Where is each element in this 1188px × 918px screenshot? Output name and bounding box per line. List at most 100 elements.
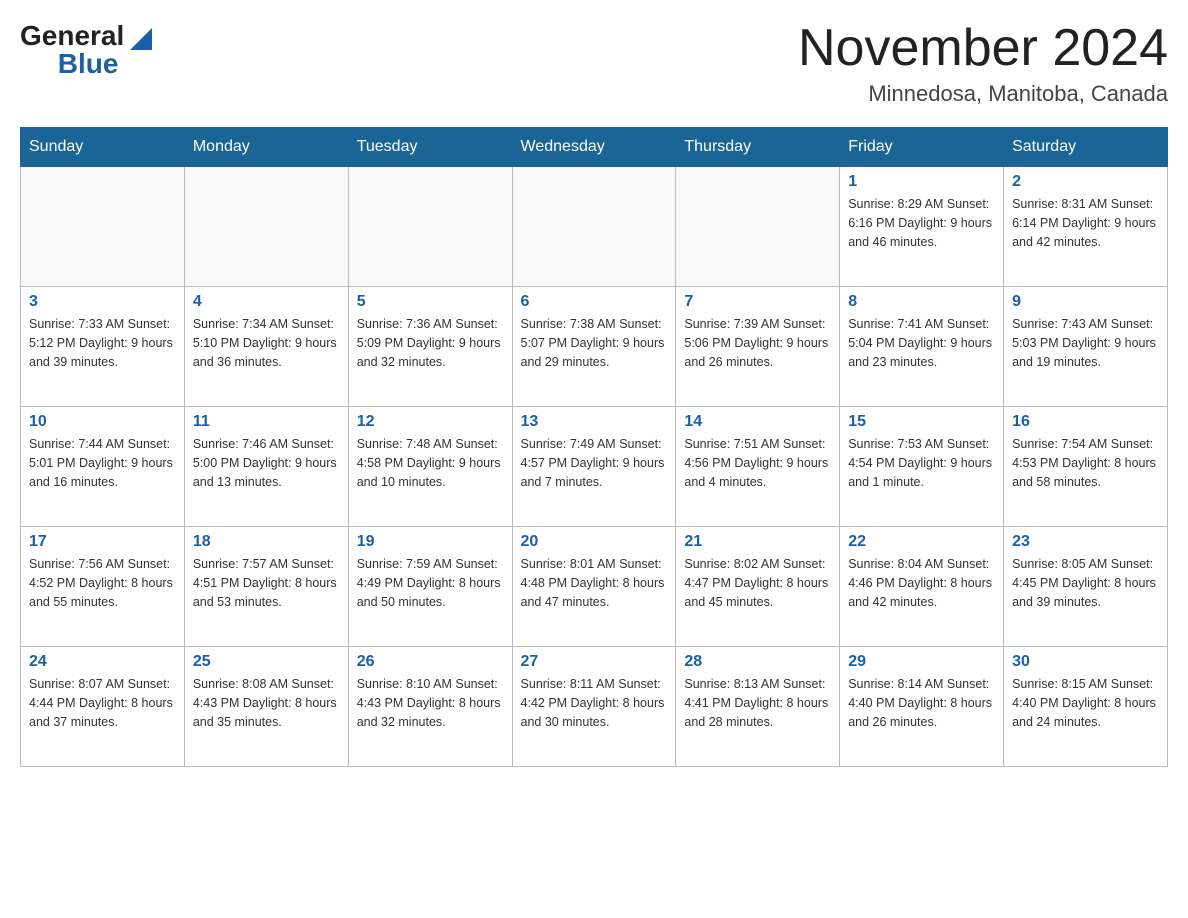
page-header: General Blue November 2024 Minnedosa, Ma… (20, 20, 1168, 107)
logo-triangle-icon (126, 22, 156, 52)
day-number: 8 (848, 293, 995, 311)
day-info: Sunrise: 7:34 AM Sunset: 5:10 PM Dayligh… (193, 315, 340, 371)
weekday-header-monday: Monday (184, 128, 348, 167)
day-info: Sunrise: 7:33 AM Sunset: 5:12 PM Dayligh… (29, 315, 176, 371)
calendar-cell: 15Sunrise: 7:53 AM Sunset: 4:54 PM Dayli… (840, 407, 1004, 527)
weekday-header-row: SundayMondayTuesdayWednesdayThursdayFrid… (21, 128, 1168, 167)
location-title: Minnedosa, Manitoba, Canada (798, 81, 1168, 107)
weekday-header-tuesday: Tuesday (348, 128, 512, 167)
day-number: 4 (193, 293, 340, 311)
day-number: 30 (1012, 653, 1159, 671)
day-info: Sunrise: 8:02 AM Sunset: 4:47 PM Dayligh… (684, 555, 831, 611)
day-number: 14 (684, 413, 831, 431)
calendar-cell: 21 Sunrise: 8:02 AM Sunset: 4:47 PM Dayli… (676, 527, 840, 647)
calendar-week-4: 17Sunrise: 7:56 AM Sunset: 4:52 PM Dayli… (21, 527, 1168, 647)
calendar-cell: 5Sunrise: 7:36 AM Sunset: 5:09 PM Daylig… (348, 287, 512, 407)
day-info: Sunrise: 7:51 AM Sunset: 4:56 PM Dayligh… (684, 435, 831, 491)
logo-icon: General Blue (20, 20, 156, 80)
calendar-cell: 8Sunrise: 7:41 AM Sunset: 5:04 PM Daylig… (840, 287, 1004, 407)
day-number: 10 (29, 413, 176, 431)
calendar-cell (676, 167, 840, 287)
day-number: 11 (193, 413, 340, 431)
calendar-cell (348, 167, 512, 287)
calendar-cell: 14 Sunrise: 7:51 AM Sunset: 4:56 PM Dayli… (676, 407, 840, 527)
calendar-cell: 9Sunrise: 7:43 AM Sunset: 5:03 PM Daylig… (1004, 287, 1168, 407)
calendar-cell (21, 167, 185, 287)
day-number: 23 (1012, 533, 1159, 551)
day-info: Sunrise: 8:07 AM Sunset: 4:44 PM Dayligh… (29, 675, 176, 731)
calendar-week-2: 3Sunrise: 7:33 AM Sunset: 5:12 PM Daylig… (21, 287, 1168, 407)
calendar-cell: 7Sunrise: 7:39 AM Sunset: 5:06 PM Daylig… (676, 287, 840, 407)
day-info: Sunrise: 8:14 AM Sunset: 4:40 PM Dayligh… (848, 675, 995, 731)
day-info: Sunrise: 8:08 AM Sunset: 4:43 PM Dayligh… (193, 675, 340, 731)
day-info: Sunrise: 7:46 AM Sunset: 5:00 PM Dayligh… (193, 435, 340, 491)
day-info: Sunrise: 8:15 AM Sunset: 4:40 PM Dayligh… (1012, 675, 1159, 731)
day-number: 16 (1012, 413, 1159, 431)
calendar-cell: 12Sunrise: 7:48 AM Sunset: 4:58 PM Dayli… (348, 407, 512, 527)
weekday-header-friday: Friday (840, 128, 1004, 167)
calendar-week-1: 1 Sunrise: 8:29 AM Sunset: 6:16 PM Daylig… (21, 167, 1168, 287)
calendar-cell: 23 Sunrise: 8:05 AM Sunset: 4:45 PM Dayli… (1004, 527, 1168, 647)
calendar-cell: 26 Sunrise: 8:10 AM Sunset: 4:43 PM Dayli… (348, 647, 512, 767)
calendar-table: SundayMondayTuesdayWednesdayThursdayFrid… (20, 127, 1168, 767)
day-number: 21 (684, 533, 831, 551)
calendar-cell: 10 Sunrise: 7:44 AM Sunset: 5:01 PM Dayli… (21, 407, 185, 527)
calendar-cell: 20 Sunrise: 8:01 AM Sunset: 4:48 PM Dayli… (512, 527, 676, 647)
day-number: 28 (684, 653, 831, 671)
calendar-cell: 13 Sunrise: 7:49 AM Sunset: 4:57 PM Dayli… (512, 407, 676, 527)
day-number: 26 (357, 653, 504, 671)
day-info: Sunrise: 7:39 AM Sunset: 5:06 PM Dayligh… (684, 315, 831, 371)
calendar-cell: 29 Sunrise: 8:14 AM Sunset: 4:40 PM Dayli… (840, 647, 1004, 767)
day-info: Sunrise: 8:31 AM Sunset: 6:14 PM Dayligh… (1012, 195, 1159, 251)
day-info: Sunrise: 7:57 AM Sunset: 4:51 PM Dayligh… (193, 555, 340, 611)
day-info: Sunrise: 7:59 AM Sunset: 4:49 PM Dayligh… (357, 555, 504, 611)
day-number: 19 (357, 533, 504, 551)
day-number: 29 (848, 653, 995, 671)
day-number: 25 (193, 653, 340, 671)
weekday-header-saturday: Saturday (1004, 128, 1168, 167)
day-number: 13 (521, 413, 668, 431)
weekday-header-thursday: Thursday (676, 128, 840, 167)
calendar-cell: 24 Sunrise: 8:07 AM Sunset: 4:44 PM Dayli… (21, 647, 185, 767)
calendar-cell: 25 Sunrise: 8:08 AM Sunset: 4:43 PM Dayli… (184, 647, 348, 767)
day-info: Sunrise: 7:38 AM Sunset: 5:07 PM Dayligh… (521, 315, 668, 371)
month-title: November 2024 (798, 20, 1168, 77)
calendar-cell: 11 Sunrise: 7:46 AM Sunset: 5:00 PM Dayli… (184, 407, 348, 527)
logo: General Blue (20, 20, 156, 80)
day-info: Sunrise: 7:56 AM Sunset: 4:52 PM Dayligh… (29, 555, 176, 611)
day-number: 1 (848, 173, 995, 191)
weekday-header-sunday: Sunday (21, 128, 185, 167)
day-info: Sunrise: 8:01 AM Sunset: 4:48 PM Dayligh… (521, 555, 668, 611)
day-info: Sunrise: 8:10 AM Sunset: 4:43 PM Dayligh… (357, 675, 504, 731)
calendar-body: 1 Sunrise: 8:29 AM Sunset: 6:16 PM Daylig… (21, 167, 1168, 767)
calendar-cell: 3Sunrise: 7:33 AM Sunset: 5:12 PM Daylig… (21, 287, 185, 407)
day-number: 6 (521, 293, 668, 311)
day-number: 15 (848, 413, 995, 431)
day-number: 20 (521, 533, 668, 551)
calendar-cell: 6 Sunrise: 7:38 AM Sunset: 5:07 PM Daylig… (512, 287, 676, 407)
day-number: 24 (29, 653, 176, 671)
calendar-cell: 30 Sunrise: 8:15 AM Sunset: 4:40 PM Dayli… (1004, 647, 1168, 767)
day-info: Sunrise: 7:49 AM Sunset: 4:57 PM Dayligh… (521, 435, 668, 491)
calendar-cell: 2Sunrise: 8:31 AM Sunset: 6:14 PM Daylig… (1004, 167, 1168, 287)
day-info: Sunrise: 8:05 AM Sunset: 4:45 PM Dayligh… (1012, 555, 1159, 611)
calendar-week-5: 24 Sunrise: 8:07 AM Sunset: 4:44 PM Dayli… (21, 647, 1168, 767)
day-number: 9 (1012, 293, 1159, 311)
calendar-cell: 1 Sunrise: 8:29 AM Sunset: 6:16 PM Daylig… (840, 167, 1004, 287)
logo-text-blue: Blue (58, 48, 119, 79)
day-info: Sunrise: 7:48 AM Sunset: 4:58 PM Dayligh… (357, 435, 504, 491)
day-info: Sunrise: 8:13 AM Sunset: 4:41 PM Dayligh… (684, 675, 831, 731)
calendar-cell: 19 Sunrise: 7:59 AM Sunset: 4:49 PM Dayli… (348, 527, 512, 647)
calendar-cell: 27Sunrise: 8:11 AM Sunset: 4:42 PM Dayli… (512, 647, 676, 767)
day-info: Sunrise: 7:44 AM Sunset: 5:01 PM Dayligh… (29, 435, 176, 491)
calendar-cell: 17Sunrise: 7:56 AM Sunset: 4:52 PM Dayli… (21, 527, 185, 647)
title-section: November 2024 Minnedosa, Manitoba, Canad… (798, 20, 1168, 107)
day-number: 27 (521, 653, 668, 671)
day-number: 18 (193, 533, 340, 551)
calendar-cell: 28 Sunrise: 8:13 AM Sunset: 4:41 PM Dayli… (676, 647, 840, 767)
day-info: Sunrise: 8:29 AM Sunset: 6:16 PM Dayligh… (848, 195, 995, 251)
day-info: Sunrise: 8:04 AM Sunset: 4:46 PM Dayligh… (848, 555, 995, 611)
weekday-header-wednesday: Wednesday (512, 128, 676, 167)
calendar-week-3: 10 Sunrise: 7:44 AM Sunset: 5:01 PM Dayli… (21, 407, 1168, 527)
day-info: Sunrise: 7:36 AM Sunset: 5:09 PM Dayligh… (357, 315, 504, 371)
